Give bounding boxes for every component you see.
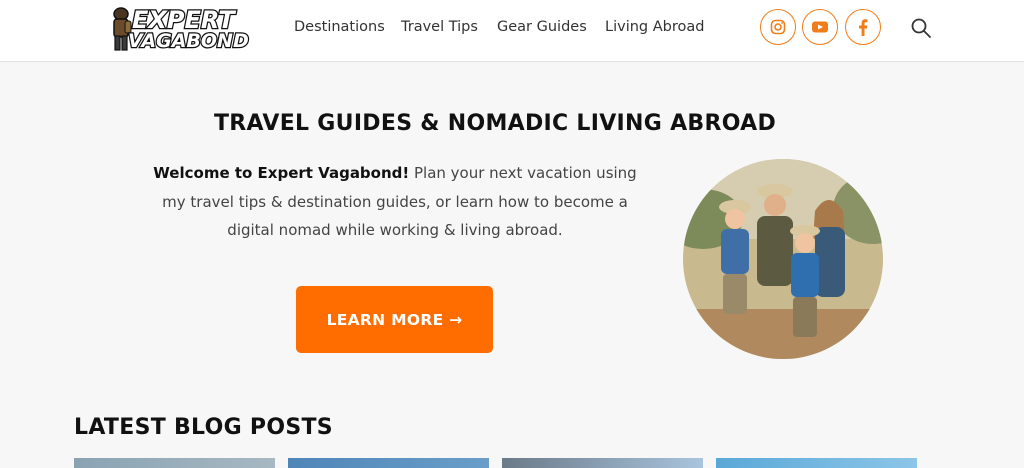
- youtube-button[interactable]: [802, 9, 838, 45]
- nav-item-gear-guides[interactable]: Gear Guides: [497, 19, 587, 35]
- blog-post-thumbnail[interactable]: [716, 458, 917, 468]
- facebook-icon: [859, 18, 868, 36]
- blog-post-thumbnail[interactable]: [502, 458, 703, 468]
- logo-word-vagabond: VAGABOND: [127, 29, 250, 54]
- hero-title: TRAVEL GUIDES & NOMADIC LIVING ABROAD: [213, 111, 777, 136]
- instagram-button[interactable]: [760, 9, 796, 45]
- family-photo: [683, 159, 883, 359]
- latest-posts-heading: LATEST BLOG POSTS: [74, 415, 333, 440]
- site-header: EXPERT VAGABOND Destinations Travel Tips…: [0, 0, 1024, 62]
- search-icon[interactable]: [910, 17, 932, 39]
- intro-bold: Welcome to Expert Vagabond!: [153, 164, 410, 182]
- facebook-button[interactable]: [845, 9, 881, 45]
- blog-post-thumbnail[interactable]: [288, 458, 489, 468]
- nav-item-travel-tips[interactable]: Travel Tips: [401, 19, 478, 35]
- learn-more-button[interactable]: LEARN MORE →: [296, 286, 493, 353]
- hero-intro: Welcome to Expert Vagabond! Plan your ne…: [150, 159, 640, 245]
- blog-post-thumbnail[interactable]: [74, 458, 275, 468]
- nav-item-destinations[interactable]: Destinations: [294, 19, 385, 35]
- site-logo[interactable]: EXPERT VAGABOND: [106, 5, 250, 55]
- instagram-icon: [770, 19, 786, 35]
- youtube-icon: [812, 21, 828, 33]
- nav-item-living-abroad[interactable]: Living Abroad: [605, 19, 704, 35]
